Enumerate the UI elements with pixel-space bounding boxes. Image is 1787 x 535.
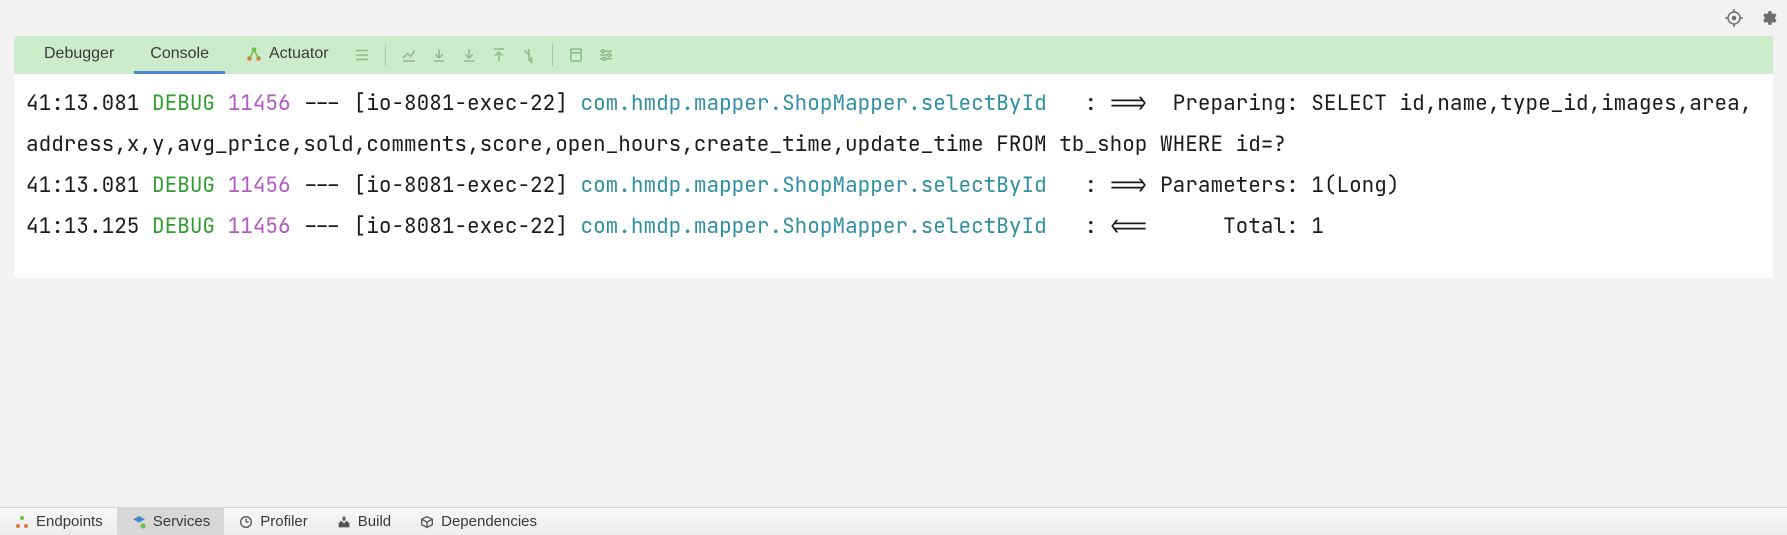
tab-label: Debugger: [44, 45, 114, 63]
tab-actuator[interactable]: Actuator: [229, 36, 345, 74]
sliders-icon[interactable]: [593, 42, 619, 68]
tab-label: Actuator: [269, 45, 329, 63]
bottom-tab-build[interactable]: Build: [322, 508, 405, 535]
log-line: 41:13.081 DEBUG 11456 --- [io-8081-exec-…: [26, 172, 1399, 199]
bottom-tab-dependencies[interactable]: Dependencies: [405, 508, 551, 535]
tab-debugger[interactable]: Debugger: [28, 36, 130, 74]
bottom-tab-label: Dependencies: [441, 513, 537, 530]
calculator-icon[interactable]: [563, 42, 589, 68]
dependencies-icon: [419, 514, 435, 530]
log-line: 41:13.081 DEBUG 11456 --- [io-8081-exec-…: [26, 90, 1752, 158]
list-icon[interactable]: [349, 42, 375, 68]
tab-label: Console: [150, 45, 209, 63]
bottom-tab-label: Build: [358, 513, 391, 530]
divider: [552, 44, 553, 66]
top-toolbar: [0, 0, 1787, 36]
download2-icon[interactable]: [456, 42, 482, 68]
bottom-tab-profiler[interactable]: Profiler: [224, 508, 322, 535]
actuator-icon: [245, 45, 263, 63]
bottom-tab-label: Profiler: [260, 513, 308, 530]
svg-text:I: I: [530, 59, 532, 65]
services-icon: [131, 514, 147, 530]
bottom-tool-bar: Endpoints Services Profiler Build Depend…: [0, 507, 1787, 535]
bottom-tab-label: Services: [153, 513, 211, 530]
download-icon[interactable]: [426, 42, 452, 68]
profiler-icon: [238, 514, 254, 530]
log-line: 41:13.125 DEBUG 11456 --- [io-8081-exec-…: [26, 213, 1324, 240]
bottom-tab-label: Endpoints: [36, 513, 103, 530]
target-icon[interactable]: [1723, 7, 1745, 29]
step-into-icon[interactable]: I: [516, 42, 542, 68]
build-icon: [336, 514, 352, 530]
gear-icon[interactable]: [1757, 7, 1779, 29]
bottom-tab-services[interactable]: Services: [117, 508, 225, 535]
divider: [385, 44, 386, 66]
bottom-tab-endpoints[interactable]: Endpoints: [0, 508, 117, 535]
tab-console[interactable]: Console: [134, 36, 225, 74]
chart-up-icon[interactable]: [396, 42, 422, 68]
endpoints-icon: [14, 514, 30, 530]
upload-icon[interactable]: [486, 42, 512, 68]
debug-tab-strip: Debugger Console Actuator I: [14, 36, 1773, 74]
console-output[interactable]: 41:13.081 DEBUG 11456 --- [io-8081-exec-…: [14, 74, 1773, 278]
